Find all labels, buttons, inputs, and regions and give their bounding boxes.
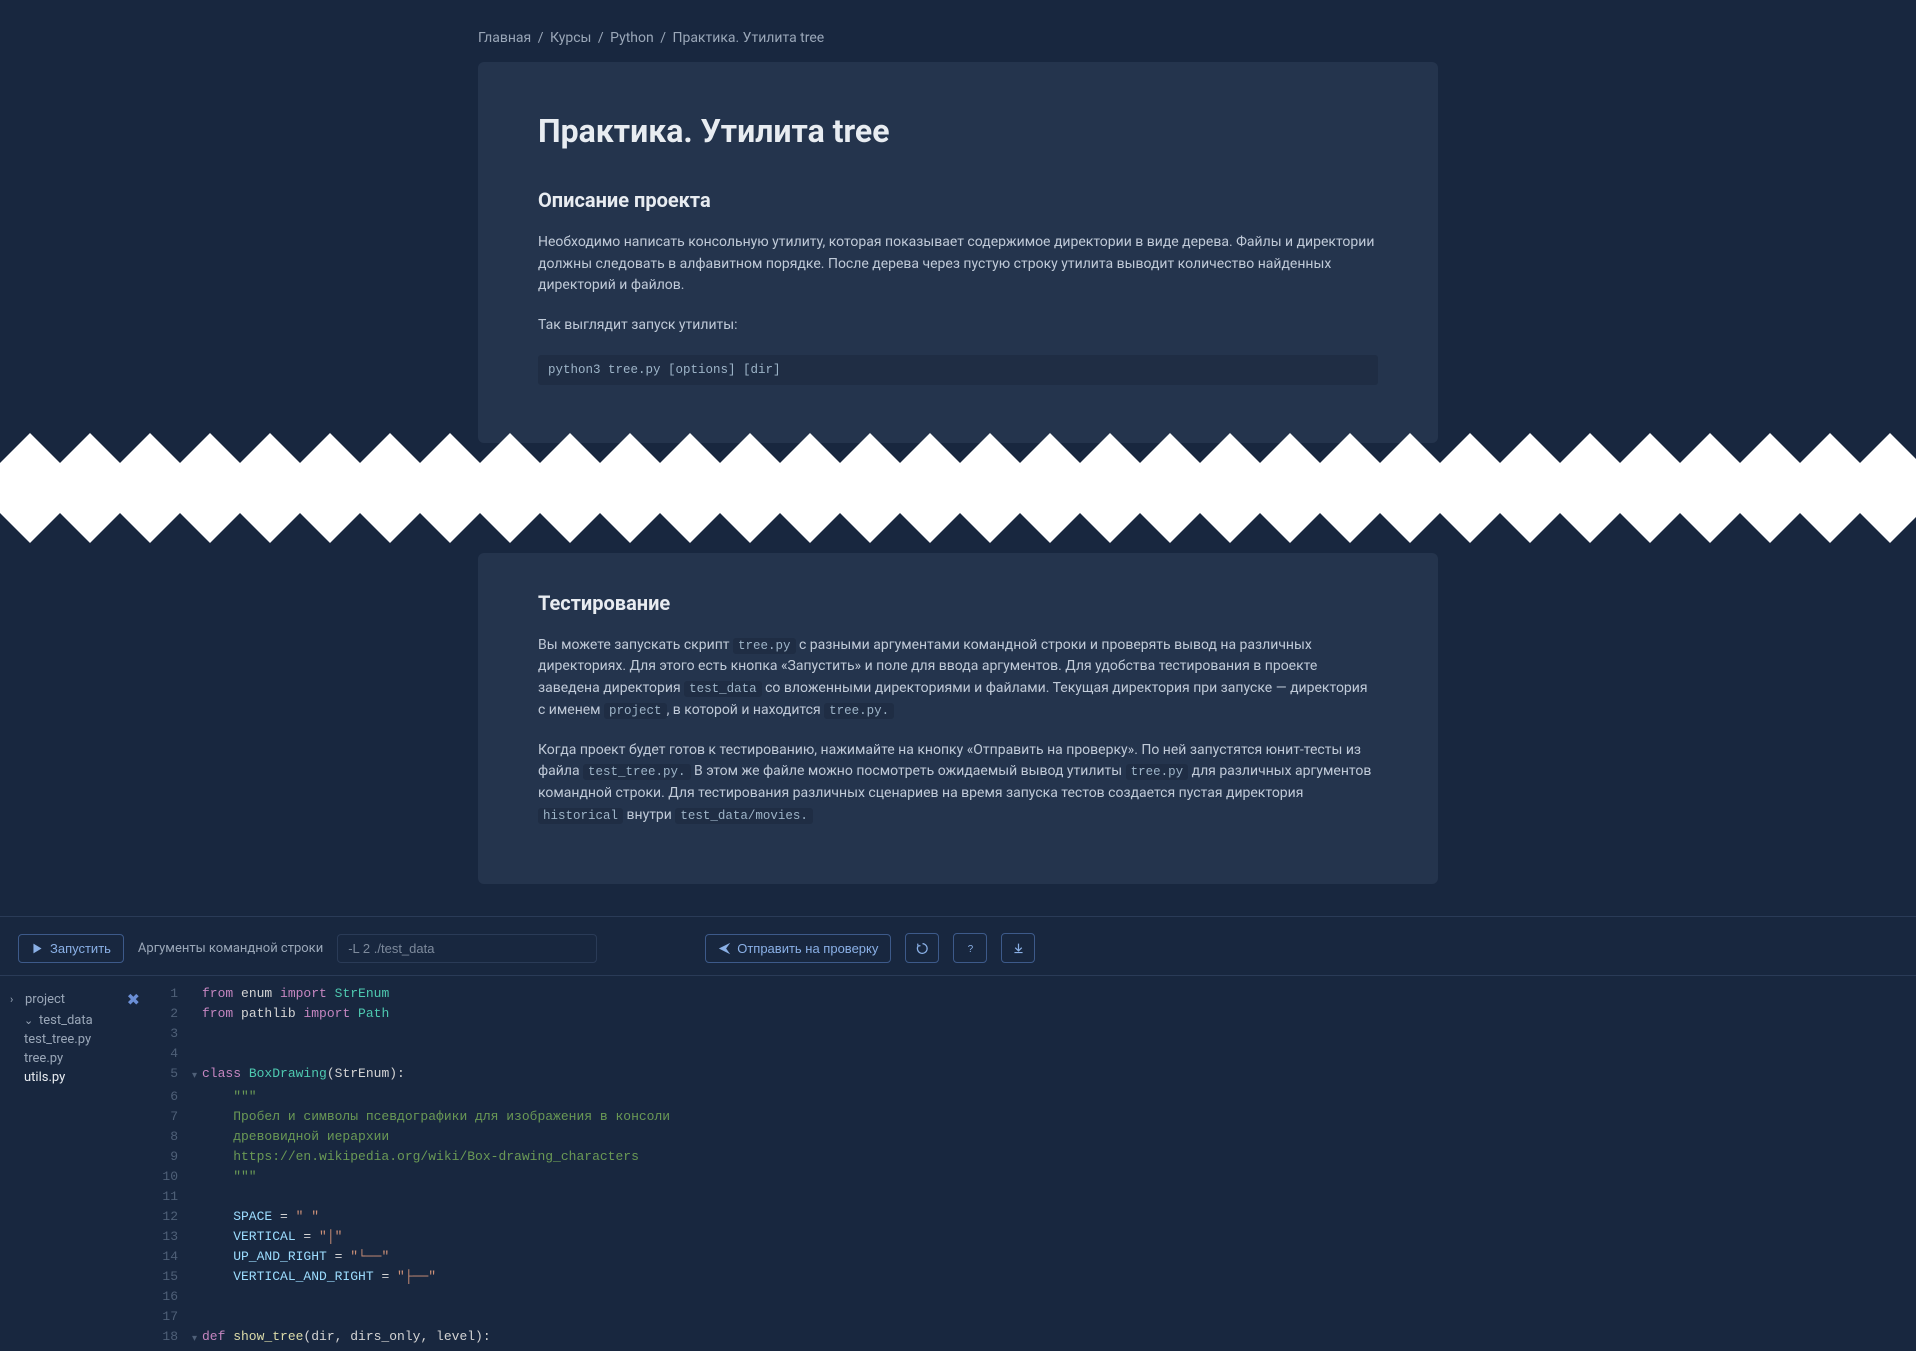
- description-p1: Необходимо написать консольную утилиту, …: [538, 232, 1378, 297]
- tree-file-active[interactable]: utils.py: [10, 1068, 140, 1087]
- tree-file[interactable]: tree.py: [10, 1049, 140, 1068]
- breadcrumb-python[interactable]: Python: [610, 30, 654, 46]
- section-heading-testing: Тестирование: [538, 591, 1378, 615]
- inline-code: tree.py: [1126, 764, 1189, 780]
- args-label: Аргументы командной строки: [138, 941, 323, 956]
- section-heading-description: Описание проекта: [538, 188, 1378, 212]
- breadcrumb: Главная / Курсы / Python / Практика. Ути…: [478, 0, 1438, 62]
- close-icon[interactable]: ✖: [127, 990, 140, 1009]
- download-icon: [1012, 942, 1025, 955]
- content-card-bottom: Тестирование Вы можете запускать скрипт …: [478, 553, 1438, 885]
- inline-code: test_data/movies.: [675, 808, 813, 824]
- torn-divider: [0, 423, 1916, 553]
- svg-text:?: ?: [968, 944, 974, 955]
- inline-code: tree.py: [733, 638, 796, 654]
- refresh-button[interactable]: [905, 933, 939, 963]
- page-title: Практика. Утилита tree: [538, 112, 1378, 150]
- inline-code: project: [604, 703, 667, 719]
- breadcrumb-courses[interactable]: Курсы: [550, 30, 591, 46]
- refresh-icon: [916, 942, 929, 955]
- chevron-right-icon: ›: [10, 993, 20, 1006]
- inline-code: historical: [538, 808, 623, 824]
- breadcrumb-sep: /: [657, 30, 669, 46]
- code-editor[interactable]: 1from enum import StrEnum 2from pathlib …: [150, 976, 1916, 1350]
- tree-root[interactable]: › project ✖: [10, 988, 140, 1011]
- question-icon: ?: [964, 942, 977, 955]
- ide: › project ✖ ⌄ test_data test_tree.py tre…: [0, 975, 1916, 1350]
- description-p2: Так выглядит запуск утилиты:: [538, 315, 1378, 337]
- breadcrumb-sep: /: [595, 30, 607, 46]
- inline-code: test_tree.py.: [583, 764, 691, 780]
- download-button[interactable]: [1001, 933, 1035, 963]
- file-tree: › project ✖ ⌄ test_data test_tree.py tre…: [0, 976, 150, 1350]
- tree-folder[interactable]: ⌄ test_data: [10, 1011, 140, 1030]
- breadcrumb-current: Практика. Утилита tree: [672, 30, 824, 46]
- breadcrumb-home[interactable]: Главная: [478, 30, 531, 46]
- args-input[interactable]: [337, 934, 597, 963]
- send-icon: [718, 942, 731, 955]
- tree-file[interactable]: test_tree.py: [10, 1030, 140, 1049]
- toolbar: Запустить Аргументы командной строки Отп…: [0, 916, 1916, 975]
- breadcrumb-sep: /: [535, 30, 547, 46]
- play-icon: [31, 942, 44, 955]
- content-card-top: Практика. Утилита tree Описание проекта …: [478, 62, 1438, 443]
- run-button[interactable]: Запустить: [18, 934, 124, 963]
- inline-code: tree.py.: [824, 703, 894, 719]
- submit-button[interactable]: Отправить на проверку: [705, 934, 891, 963]
- chevron-down-icon: ⌄: [24, 1014, 34, 1027]
- help-button[interactable]: ?: [953, 933, 987, 963]
- code-block-usage: python3 tree.py [options] [dir]: [538, 355, 1378, 385]
- testing-p2: Когда проект будет готов к тестированию,…: [538, 740, 1378, 827]
- testing-p1: Вы можете запускать скрипт tree.py с раз…: [538, 635, 1378, 722]
- inline-code: test_data: [684, 681, 762, 697]
